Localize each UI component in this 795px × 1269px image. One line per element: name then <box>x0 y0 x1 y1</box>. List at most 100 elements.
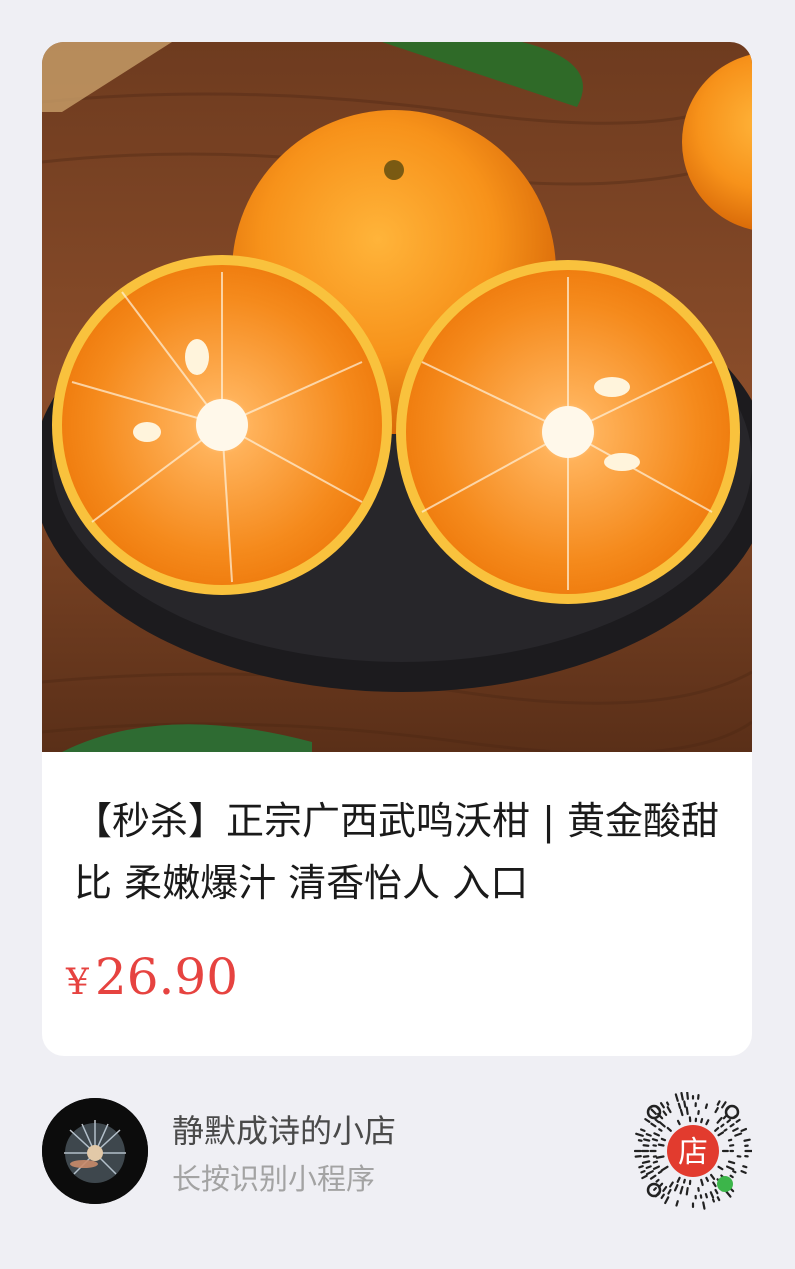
qr-dash <box>677 1102 682 1109</box>
qr-dash <box>711 1198 716 1203</box>
qr-dash <box>637 1139 643 1142</box>
qr-dash <box>682 1178 686 1184</box>
qr-dash <box>709 1173 716 1180</box>
qr-dash <box>717 1131 725 1137</box>
qr-dash <box>673 1184 679 1192</box>
qr-dash <box>726 1165 735 1171</box>
qr-dash <box>705 1176 709 1183</box>
qr-dash <box>729 1123 735 1128</box>
qr-dash <box>740 1127 748 1133</box>
qr-dash <box>662 1110 668 1117</box>
qr-dash <box>640 1128 646 1133</box>
price-amount: 26.90 <box>94 948 239 1006</box>
qr-dash <box>742 1165 748 1169</box>
qr-dash <box>660 1165 669 1172</box>
product-price: ¥26.90 <box>66 948 238 1006</box>
qr-dash <box>743 1138 751 1142</box>
qr-dash <box>716 1196 721 1202</box>
qr-dash <box>714 1126 720 1132</box>
qr-dash <box>640 1169 646 1174</box>
qr-dash <box>660 1137 667 1142</box>
qr-dash <box>714 1106 719 1114</box>
qr-badge-text: 店 <box>678 1135 708 1170</box>
qr-dash <box>650 1122 657 1128</box>
qr-dash <box>669 1181 674 1188</box>
qr-dash <box>658 1128 663 1132</box>
qr-dash <box>655 1155 665 1159</box>
qr-dash <box>653 1132 660 1137</box>
qr-dash <box>644 1118 651 1123</box>
product-title[interactable]: 【秒杀】正宗广西武鸣沃柑 | 黄金酸甜比 柔嫩爆汁 清香怡人 入口 <box>74 790 724 914</box>
qr-dash <box>679 1108 684 1117</box>
qr-dash <box>645 1133 652 1137</box>
shop-name[interactable]: 静默成诗的小店 <box>172 1106 396 1152</box>
long-press-hint: 长按识别小程序 <box>172 1162 376 1196</box>
qr-dash <box>649 1174 657 1180</box>
qr-dash <box>645 1170 654 1176</box>
qr-dash <box>704 1193 708 1199</box>
qr-dash <box>700 1117 704 1124</box>
qr-dash <box>641 1174 648 1180</box>
qr-dash <box>717 1165 724 1171</box>
qr-dash <box>642 1144 650 1147</box>
qr-dash <box>662 1185 668 1192</box>
mini-program-qr[interactable]: 店 <box>633 1091 754 1210</box>
qr-dash <box>666 1101 670 1106</box>
qr-dash <box>650 1108 657 1115</box>
product-info: 【秒杀】正宗广西武鸣沃柑 | 黄金酸甜比 柔嫩爆汁 清香怡人 入口 ¥26.90 <box>42 752 752 1056</box>
qr-dash <box>721 1101 727 1109</box>
qr-dash <box>725 1190 732 1198</box>
qr-dash <box>686 1091 689 1100</box>
qr-dash <box>674 1093 679 1102</box>
qr-dash <box>676 1176 681 1183</box>
qr-dash <box>702 1201 706 1210</box>
currency-symbol: ¥ <box>66 962 89 1003</box>
qr-dash <box>727 1138 733 1142</box>
qr-dash <box>660 1193 665 1200</box>
qr-dash <box>635 1132 644 1137</box>
qr-dash <box>726 1118 731 1124</box>
qr-dash <box>705 1119 710 1126</box>
qr-dash <box>679 1185 684 1195</box>
qr-dash <box>657 1170 663 1175</box>
qr-dash <box>655 1178 660 1183</box>
qr-dash <box>734 1132 743 1137</box>
mini-program-code-icon: 店 <box>633 1091 754 1210</box>
qr-dash <box>709 1191 715 1199</box>
qr-dash <box>727 1160 736 1165</box>
qr-dash <box>720 1123 725 1128</box>
qr-dash <box>667 1188 672 1195</box>
product-image[interactable] <box>42 42 752 752</box>
qr-dash <box>675 1200 679 1207</box>
qr-dash <box>729 1174 734 1179</box>
shop-avatar[interactable] <box>42 1098 148 1204</box>
qr-dash <box>732 1127 739 1132</box>
qr-dash <box>716 1100 721 1106</box>
qr-dash <box>680 1091 684 1101</box>
qr-finder <box>724 1104 740 1120</box>
qr-dash <box>685 1187 689 1196</box>
qr-dash <box>712 1181 717 1188</box>
qr-dash <box>740 1169 747 1174</box>
qr-dash <box>657 1143 665 1147</box>
qr-dash <box>666 1126 672 1132</box>
qr-dash <box>643 1138 651 1142</box>
qr-dash <box>666 1106 672 1114</box>
qr-dash <box>652 1160 659 1164</box>
qr-dash <box>700 1178 704 1187</box>
qr-dash <box>654 1118 660 1124</box>
qr-dash <box>658 1121 666 1128</box>
qr-link-dot <box>717 1176 733 1192</box>
product-card[interactable]: 【秒杀】正宗广西武鸣沃柑 | 黄金酸甜比 柔嫩爆汁 清香怡人 入口 ¥26.90 <box>42 42 752 1056</box>
qr-dash <box>732 1170 737 1174</box>
qr-dash <box>722 1115 727 1120</box>
qr-dash <box>645 1165 652 1169</box>
dandelion-avatar-icon <box>42 1098 148 1204</box>
qr-dash <box>653 1187 657 1191</box>
qr-dash <box>652 1165 660 1170</box>
shop-footer[interactable]: 静默成诗的小店 长按识别小程序 店 <box>0 1056 795 1269</box>
qr-dash <box>651 1138 659 1142</box>
qr-dash <box>638 1165 644 1169</box>
qr-dash <box>735 1118 741 1123</box>
qr-dash <box>642 1155 650 1158</box>
